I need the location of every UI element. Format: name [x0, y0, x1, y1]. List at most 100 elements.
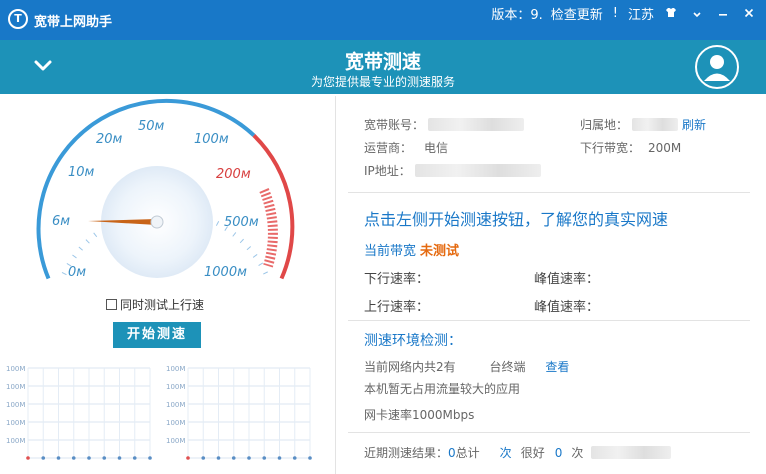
- history-point: [231, 456, 236, 460]
- good-label: 很好: [520, 446, 545, 460]
- history-point: [56, 456, 61, 460]
- upload-peak-label: 峰值速率：: [534, 300, 600, 315]
- history-axis-label: 100M: [166, 383, 185, 391]
- page-subtitle: 为您提供最专业的测速服务: [310, 75, 455, 89]
- history-point: [41, 456, 46, 460]
- upload-rate-label: 上行速率：: [364, 300, 430, 315]
- region-row: 归属地： 刷新: [580, 116, 706, 133]
- ip-row: IP地址：: [364, 162, 541, 179]
- view-devices-link[interactable]: 查看: [545, 360, 569, 374]
- upload-test-toggle[interactable]: 同时测试上行速: [106, 296, 204, 313]
- history-point: [148, 456, 152, 460]
- gauge-hub: [150, 215, 164, 229]
- isp-row: 运营商： 电信: [364, 139, 448, 156]
- nic-speed-line: 网卡速率1000Mbps: [364, 408, 475, 422]
- gauge-tick-label: 10м: [68, 165, 95, 180]
- downlink-row: 下行带宽： 200M: [580, 139, 681, 156]
- region-label: 归属地：: [580, 118, 629, 132]
- account-row: 宽带账号：: [364, 116, 525, 133]
- speed-gauge-panel: 0м 6м 10м 20м 50м 100м 200м 500м 1000м 同…: [0, 94, 334, 474]
- start-test-hint: 点击左侧开始测速按钮，了解您的真实网速: [364, 210, 669, 229]
- total-count: 0: [448, 445, 456, 460]
- gauge-tick-label: 6м: [52, 214, 70, 229]
- current-bandwidth: 当前带宽 未测试: [364, 240, 459, 259]
- bandwidth-usage-line: 本机暂无占用流量较大的应用: [364, 382, 521, 396]
- test-status-badge: 未测试: [420, 244, 460, 259]
- recent-redacted: [591, 446, 672, 459]
- account-info-panel: 宽带账号： 归属地： 刷新 运营商： 电信 下行带宽： 200M IP地址： 点…: [348, 94, 766, 474]
- history-point: [216, 456, 221, 460]
- history-point: [308, 456, 312, 460]
- page-title: 宽带测速: [344, 51, 421, 73]
- current-bandwidth-label: 当前带宽: [364, 244, 417, 259]
- app-title: 宽带上网助手: [34, 15, 113, 30]
- divider: [348, 320, 750, 321]
- isp-value: 电信: [424, 141, 449, 155]
- panel-divider: [335, 96, 336, 474]
- history-axis-label: 100M: [6, 401, 25, 409]
- account-value-redacted: [428, 118, 525, 131]
- total-label: 总计: [455, 446, 480, 460]
- environment-check-title: 测速环境检测：: [364, 333, 462, 349]
- recent-results: 近期测速结果： 0 总计 次 很好 0 次: [364, 444, 672, 461]
- shirt-skin-icon[interactable]: [662, 7, 680, 21]
- user-avatar-icon[interactable]: [694, 44, 740, 90]
- device-count-line: 当前网络内共2有 台终端 查看: [364, 358, 569, 375]
- downlink-value: 200M: [648, 140, 682, 155]
- history-point: [117, 456, 122, 460]
- account-label: 宽带账号：: [364, 118, 425, 132]
- history-point: [247, 456, 251, 460]
- refresh-link[interactable]: 刷新: [682, 116, 706, 133]
- history-point: [132, 456, 137, 460]
- gauge-tick-label: 20м: [96, 132, 123, 147]
- recent-results-label: 近期测速结果：: [364, 446, 449, 460]
- history-axis-label: 100M: [166, 365, 185, 373]
- menu-dropdown-icon[interactable]: [688, 7, 706, 21]
- history-point: [186, 456, 190, 460]
- minimize-icon[interactable]: [714, 7, 732, 21]
- start-test-button[interactable]: 开始测速: [113, 322, 201, 348]
- region-value-redacted: [632, 118, 679, 131]
- app-logo-icon: T: [8, 9, 28, 29]
- device-count-prefix: 当前网络内共: [364, 360, 437, 374]
- divider: [348, 432, 750, 433]
- gauge-tick-label: 200м: [216, 167, 251, 182]
- history-point: [87, 456, 91, 460]
- history-axis-label: 100M: [6, 365, 25, 373]
- history-panel-right: 100M 100M 100M 100M 100M: [166, 365, 312, 460]
- history-point: [262, 456, 267, 460]
- speed-gauge: 0м 6м 10м 20м 50м 100м 200м 500м 1000м: [36, 98, 295, 280]
- speed-history-chart: 100M100M100M100M100M 100M100M100M100M100…: [6, 365, 312, 460]
- upload-checkbox-label: 同时测试上行速: [120, 298, 205, 312]
- history-point: [26, 456, 30, 460]
- upload-checkbox[interactable]: [106, 299, 117, 310]
- downlink-label: 下行带宽：: [580, 141, 641, 155]
- download-peak-label: 峰值速率：: [534, 272, 600, 287]
- history-point: [102, 456, 107, 460]
- history-axis-label: 100M: [6, 383, 25, 391]
- download-rate-label: 下行速率：: [364, 272, 430, 287]
- gauge-tick-label: 100м: [194, 132, 229, 147]
- history-axis-label: 100M: [166, 419, 185, 427]
- times-unit: 次: [571, 446, 584, 460]
- gauge-tick-label: 0м: [68, 265, 86, 280]
- divider: [348, 192, 750, 193]
- ip-label: IP地址：: [364, 164, 411, 178]
- version-label: 版本：9.: [491, 8, 543, 23]
- history-point: [292, 456, 297, 460]
- check-update-link[interactable]: 检查更新: [551, 4, 603, 23]
- history-panel-left: 100M 100M 100M 100M 100M: [6, 365, 152, 460]
- history-axis-label: 100M: [166, 437, 185, 445]
- history-point: [201, 456, 206, 460]
- gauge-tick-label: 500м: [224, 215, 259, 230]
- isp-label: 运营商：: [364, 141, 413, 155]
- header-band: 宽带测速 为您提供最专业的测速服务: [0, 40, 766, 94]
- history-axis-label: 100M: [6, 437, 25, 445]
- region-label: 江苏: [627, 8, 654, 23]
- history-point: [277, 456, 282, 460]
- gauge-tick-label: 50м: [138, 119, 165, 134]
- close-icon[interactable]: [740, 7, 758, 21]
- title-bar-right: 版本：9. 检查更新 ! 江苏: [491, 4, 758, 23]
- device-count: 2: [436, 360, 444, 374]
- ip-value-redacted: [414, 164, 541, 177]
